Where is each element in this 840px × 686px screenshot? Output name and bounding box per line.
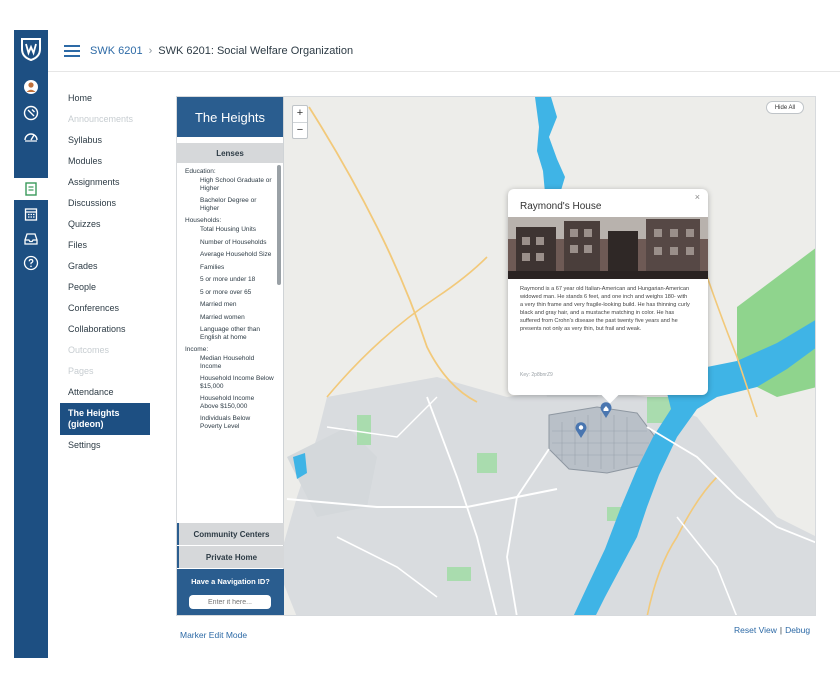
course-header: SWK 6201 › SWK 6201: Social Welfare Orga… (48, 30, 840, 72)
global-nav (14, 30, 48, 658)
reset-view-link[interactable]: Reset View (734, 625, 777, 635)
popup-close-icon[interactable]: × (695, 192, 700, 202)
course-nav-home[interactable]: Home (60, 88, 150, 109)
lens-item[interactable]: Individuals Below Poverty Level (185, 415, 274, 430)
lens-item[interactable]: High School Graduate or Higher (185, 177, 274, 192)
location-popup: Raymond's House × Raymond is a 67 year o… (508, 189, 708, 404)
lens-item[interactable]: 5 or more over 65 (185, 289, 274, 297)
lens-item[interactable]: Bachelor Degree or Higher (185, 197, 274, 212)
navigation-id-input[interactable] (189, 595, 271, 609)
breadcrumb-page-title: SWK 6201: Social Welfare Organization (158, 44, 354, 57)
zoom-out-button[interactable]: − (293, 122, 307, 138)
navigation-id-label: Have a Navigation ID? (191, 577, 270, 586)
lens-category-income: Income: (185, 346, 209, 353)
account-icon[interactable] (22, 78, 40, 96)
calendar-icon[interactable] (22, 205, 40, 223)
lens-item[interactable]: Median Household Income (185, 355, 274, 370)
course-nav-modules[interactable]: Modules (60, 151, 150, 172)
breadcrumb-course-link[interactable]: SWK 6201 (90, 45, 143, 57)
lens-item[interactable]: Married women (185, 314, 274, 322)
course-nav-outcomes[interactable]: Outcomes (60, 340, 150, 361)
lens-item[interactable]: Families (185, 264, 274, 272)
course-nav-people[interactable]: People (60, 277, 150, 298)
inbox-icon[interactable] (22, 230, 40, 248)
hamburger-menu-icon[interactable] (64, 44, 80, 57)
course-nav-assignments[interactable]: Assignments (60, 172, 150, 193)
lens-item[interactable]: Household Income Below $15,000 (185, 375, 274, 390)
course-nav-grades[interactable]: Grades (60, 256, 150, 277)
lens-item[interactable]: Married men (185, 301, 274, 309)
map-footer-links: Reset View | Debug (734, 625, 810, 635)
course-nav-quizzes[interactable]: Quizzes (60, 214, 150, 235)
course-nav: Home Announcements Syllabus Modules Assi… (60, 88, 150, 456)
help-icon[interactable] (22, 254, 40, 272)
footer-separator: | (779, 625, 783, 635)
lens-panel: The Heights Lenses Education: High Schoo… (177, 97, 284, 615)
course-nav-conferences[interactable]: Conferences (60, 298, 150, 319)
zoom-in-button[interactable]: + (293, 106, 307, 122)
course-nav-discussions[interactable]: Discussions (60, 193, 150, 214)
marker-edit-mode-link[interactable]: Marker Edit Mode (180, 630, 247, 640)
course-nav-attendance[interactable]: Attendance (60, 382, 150, 403)
dashboard-icon[interactable] (22, 128, 40, 146)
lens-list: Education: High School Graduate or Highe… (177, 165, 284, 523)
debug-link[interactable]: Debug (785, 625, 810, 635)
community-center-marker-icon[interactable] (599, 401, 613, 419)
hide-all-button[interactable]: Hide All (766, 101, 804, 114)
lens-item[interactable]: Household Income Above $150,000 (185, 395, 274, 410)
course-nav-syllabus[interactable]: Syllabus (60, 130, 150, 151)
course-nav-announcements[interactable]: Announcements (60, 109, 150, 130)
navigation-id-box: Have a Navigation ID? (177, 569, 284, 615)
course-nav-collaborations[interactable]: Collaborations (60, 319, 150, 340)
lens-item[interactable]: Number of Households (185, 239, 274, 247)
lens-item[interactable]: Language other than English at home (185, 326, 274, 341)
community-centers-button[interactable]: Community Centers (177, 523, 284, 545)
house-photo (508, 217, 708, 279)
heights-map-app: + − Hide All Raymond's House × Raymond i… (176, 96, 816, 616)
lenses-header[interactable]: Lenses (177, 143, 283, 163)
admin-icon[interactable] (22, 104, 40, 122)
lens-item[interactable]: 5 or more under 18 (185, 276, 274, 284)
lens-item[interactable]: Average Household Size (185, 251, 274, 259)
private-home-button[interactable]: Private Home (177, 546, 284, 568)
lens-list-scrollbar[interactable] (277, 165, 281, 285)
course-nav-settings[interactable]: Settings (60, 435, 150, 456)
popup-description: Raymond is a 67 year old Italian-America… (520, 286, 690, 332)
popup-title: Raymond's House (520, 201, 602, 212)
panel-title: The Heights (177, 97, 283, 137)
courses-icon[interactable] (22, 180, 40, 198)
lens-category-households: Households: (185, 217, 222, 224)
popup-key: Key: 2p8bnrZ9 (520, 372, 553, 378)
zoom-controls: + − (292, 105, 308, 139)
course-nav-pages[interactable]: Pages (60, 361, 150, 382)
lens-item[interactable]: Total Housing Units (185, 226, 274, 234)
lens-category-education: Education: (185, 168, 216, 175)
private-home-marker-icon[interactable] (574, 421, 588, 439)
breadcrumb-separator: › (148, 44, 153, 57)
course-nav-the-heights[interactable]: The Heights (gideon) (60, 403, 150, 435)
university-shield-logo[interactable] (19, 36, 43, 62)
course-nav-files[interactable]: Files (60, 235, 150, 256)
